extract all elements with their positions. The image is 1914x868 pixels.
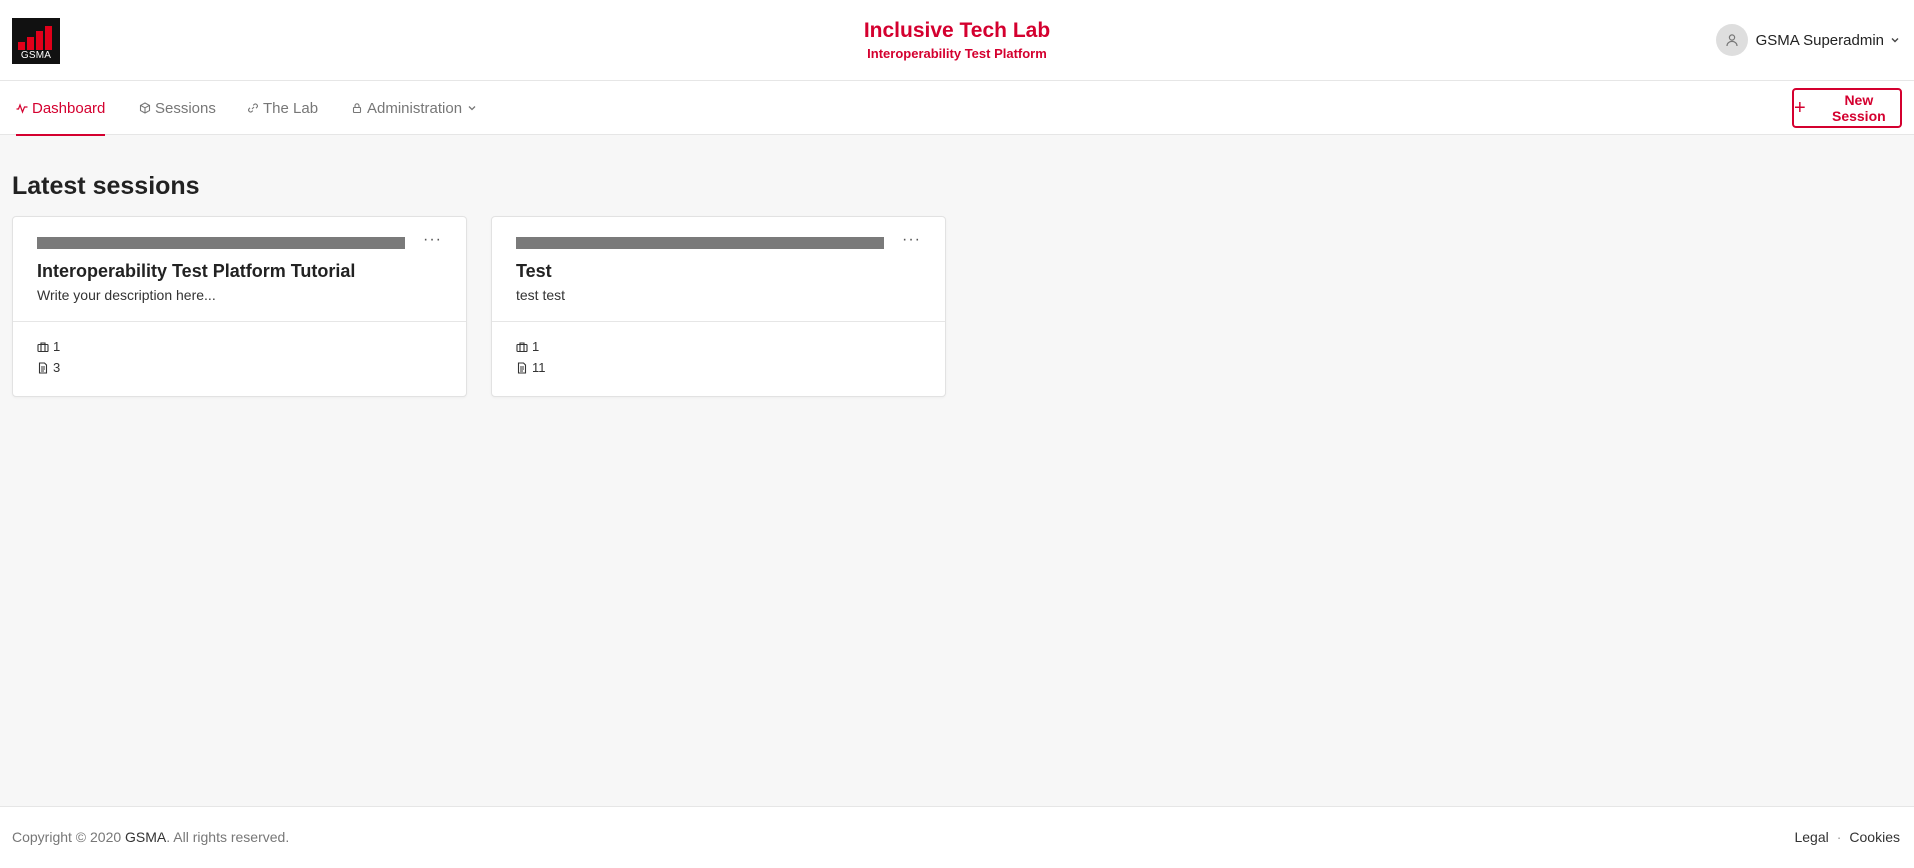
components-count: 1 bbox=[516, 339, 539, 354]
cube-icon bbox=[139, 102, 151, 114]
pulse-icon bbox=[16, 102, 28, 114]
app-header: GSMA Inclusive Tech Lab Interoperability… bbox=[0, 0, 1914, 81]
brand-block: Inclusive Tech Lab Interoperability Test… bbox=[0, 19, 1914, 61]
copyright-suffix: . All rights reserved. bbox=[166, 829, 290, 845]
new-session-label: New Session bbox=[1831, 92, 1886, 124]
chevron-down-icon bbox=[468, 106, 476, 111]
user-name: GSMA Superadmin bbox=[1755, 31, 1884, 49]
briefcase-icon bbox=[37, 341, 49, 352]
test-cases-count: 11 bbox=[516, 360, 546, 375]
avatar bbox=[1715, 24, 1748, 56]
cookies-link[interactable]: Cookies bbox=[1849, 829, 1900, 845]
lock-icon bbox=[351, 102, 363, 114]
session-description: Write your description here... bbox=[37, 287, 216, 303]
session-card[interactable]: ··· Interoperability Test Platform Tutor… bbox=[12, 216, 467, 397]
copyright-org: GSMA bbox=[125, 829, 167, 845]
card-image-placeholder bbox=[516, 237, 884, 249]
plus-icon: + bbox=[1794, 97, 1806, 119]
user-menu[interactable]: GSMA Superadmin bbox=[1715, 24, 1900, 56]
legal-link[interactable]: Legal bbox=[1794, 829, 1828, 845]
test-cases-value: 11 bbox=[532, 360, 546, 375]
document-icon bbox=[38, 361, 48, 374]
separator: · bbox=[1836, 829, 1842, 845]
tab-administration[interactable]: Administration bbox=[351, 81, 477, 135]
tab-dashboard[interactable]: Dashboard bbox=[16, 81, 106, 136]
card-image-placeholder bbox=[37, 237, 405, 249]
tab-label: Dashboard bbox=[32, 99, 106, 117]
components-value: 1 bbox=[532, 339, 540, 354]
footer-links: Legal · Cookies bbox=[1794, 829, 1900, 845]
session-description: test test bbox=[516, 287, 566, 303]
components-value: 1 bbox=[53, 339, 61, 354]
tab-label: The Lab bbox=[263, 99, 319, 117]
app-subtitle: Interoperability Test Platform bbox=[867, 46, 1047, 61]
tab-label: Sessions bbox=[155, 99, 216, 117]
page-title: Latest sessions bbox=[12, 172, 200, 200]
session-card[interactable]: ··· Test test test 1 11 bbox=[491, 216, 946, 397]
user-icon bbox=[1725, 34, 1738, 47]
more-options-icon[interactable]: ··· bbox=[423, 231, 442, 249]
tab-label: Administration bbox=[367, 99, 463, 117]
more-options-icon[interactable]: ··· bbox=[902, 231, 921, 249]
document-icon bbox=[517, 361, 527, 374]
app-title: Inclusive Tech Lab bbox=[863, 19, 1051, 42]
app-footer: Copyright © 2020 GSMA. All rights reserv… bbox=[0, 806, 1914, 868]
card-header: ··· Test test test bbox=[492, 217, 945, 322]
test-cases-count: 3 bbox=[37, 360, 60, 375]
briefcase-icon bbox=[516, 341, 528, 352]
components-count: 1 bbox=[37, 339, 60, 354]
copyright-text: Copyright © 2020 GSMA. All rights reserv… bbox=[12, 829, 289, 845]
session-title[interactable]: Test bbox=[516, 261, 552, 282]
session-title[interactable]: Interoperability Test Platform Tutorial bbox=[37, 261, 355, 282]
chevron-down-icon bbox=[1891, 38, 1899, 43]
tab-sessions[interactable]: Sessions bbox=[139, 81, 216, 135]
main-nav: Dashboard Sessions The Lab Administratio… bbox=[0, 81, 1914, 136]
copyright-prefix: Copyright © 2020 bbox=[12, 829, 126, 845]
test-cases-value: 3 bbox=[53, 360, 61, 375]
card-header: ··· Interoperability Test Platform Tutor… bbox=[13, 217, 466, 322]
link-icon bbox=[247, 102, 259, 114]
tab-the-lab[interactable]: The Lab bbox=[247, 81, 318, 135]
new-session-button[interactable]: + New Session bbox=[1792, 88, 1902, 128]
